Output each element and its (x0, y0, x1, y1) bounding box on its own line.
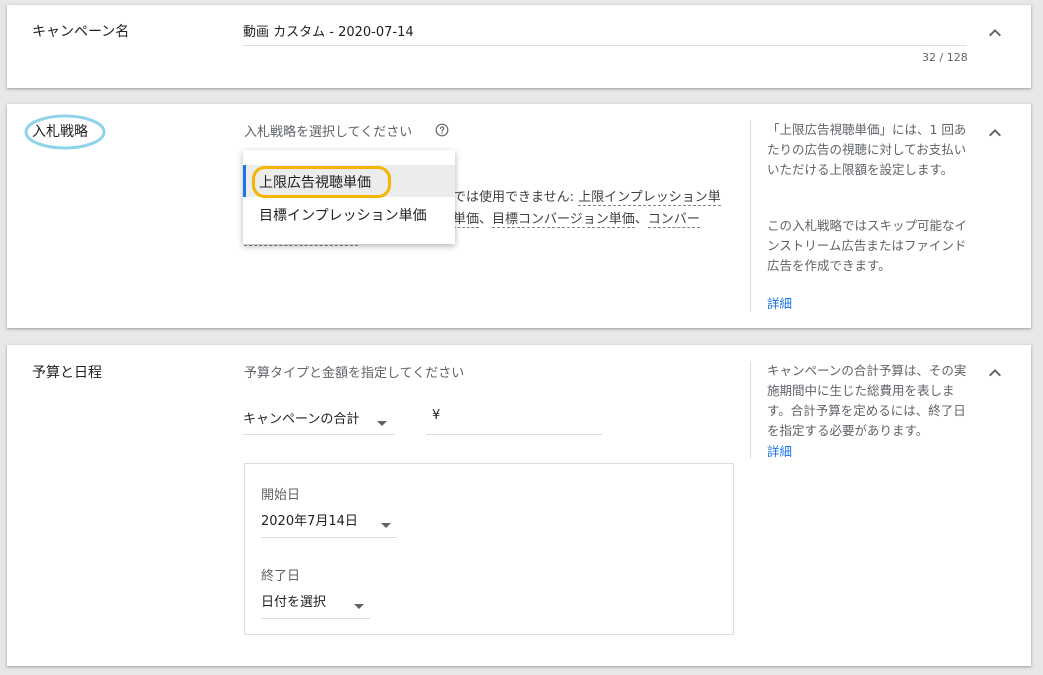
budget-help-text: キャンペーンの合計予算は、その実施期間中に生じた総費用を表します。合計予算を定め… (767, 363, 967, 438)
section-title-bidding: 入札戦略 (32, 124, 88, 140)
link-cpm[interactable]: 単価 (453, 212, 480, 228)
section-title-budget: 予算と日程 (32, 365, 102, 381)
campaign-name-card: キャンペーン名 動画 カスタム - 2020-07-14 32 / 128 (7, 5, 1031, 88)
budget-schedule-card: 予算と日程 予算タイプと金額を指定してください キャンペーンの合計 ¥ 開始日 … (7, 345, 1031, 666)
start-date-select[interactable]: 2020年7月14日 (261, 507, 397, 535)
end-date-underline (261, 618, 370, 619)
bidding-learn-more-link[interactable]: 詳細 (767, 293, 792, 312)
budget-prompt: 予算タイプと金額を指定してください (244, 366, 465, 381)
dropdown-option[interactable]: 目標インプレッション単価 (243, 201, 455, 229)
dropdown-arrow-icon (381, 515, 391, 534)
bidding-prompt: 入札戦略を選択してください (244, 125, 413, 140)
dropdown-arrow-icon (354, 596, 364, 615)
dropdown-arrow-icon (377, 413, 387, 432)
collapse-chevron-up-icon[interactable] (983, 361, 1007, 385)
highlight-rect-annotation (252, 166, 391, 198)
link-max-impression[interactable]: 上限インプレッション単 (578, 190, 721, 206)
dashed-underline-fragment (244, 245, 358, 246)
start-date-underline (261, 537, 397, 538)
budget-type-value: キャンペーンの合計 (243, 412, 360, 427)
campaign-name-input[interactable]: 動画 カスタム - 2020-07-14 (243, 21, 414, 40)
budget-amount-input[interactable]: ¥ (426, 405, 602, 435)
campaign-name-underline (243, 45, 967, 46)
start-date-label: 開始日 (261, 488, 301, 503)
currency-symbol: ¥ (432, 408, 441, 423)
collapse-chevron-up-icon[interactable] (983, 121, 1007, 145)
budget-type-select[interactable]: キャンペーンの合計 (243, 405, 395, 435)
schedule-box: 開始日 2020年7月14日 終了日 日付を選択 (244, 463, 734, 635)
end-date-label: 終了日 (261, 569, 301, 584)
end-date-select[interactable]: 日付を選択 (261, 588, 370, 616)
bidding-strategy-card: 入札戦略 入札戦略を選択してください では使用できません: 上限インプレッション… (7, 104, 1031, 328)
help-divider (750, 120, 751, 312)
section-title-campaign-name: キャンペーン名 (32, 24, 130, 40)
char-counter: 32 / 128 (922, 51, 968, 64)
start-date-value: 2020年7月14日 (261, 514, 358, 529)
link-conversion[interactable]: コンバー (647, 212, 700, 228)
dropdown-option-selected[interactable]: 上限広告視聴単価 (243, 165, 455, 198)
budget-amount-underline (426, 434, 602, 435)
link-target-cpa[interactable]: 目標コンバージョン単価 (492, 212, 635, 228)
help-divider (750, 361, 751, 459)
bidding-help-text-2: この入札戦略ではスキップ可能なインストリーム広告またはファインド広告を作成できま… (767, 218, 968, 273)
bidding-dropdown-menu: 上限広告視聴単価 目標インプレッション単価 (243, 150, 455, 244)
option-target-impression: 目標インプレッション単価 (259, 208, 427, 224)
bidding-unavailable-notice: では使用できません: 上限インプレッション単 単価、目標コンバージョン単価、コン… (453, 190, 721, 228)
budget-type-underline (243, 434, 395, 435)
budget-learn-more-link[interactable]: 詳細 (767, 441, 792, 460)
selected-indicator (243, 165, 246, 197)
bidding-help-text: 「上限広告視聴単価」には、1 回あたりの広告の視聴に対してお支払いいただける上限… (767, 122, 967, 177)
end-date-value: 日付を選択 (261, 595, 327, 610)
help-circle-icon[interactable] (435, 123, 449, 137)
collapse-chevron-up-icon[interactable] (983, 21, 1007, 45)
